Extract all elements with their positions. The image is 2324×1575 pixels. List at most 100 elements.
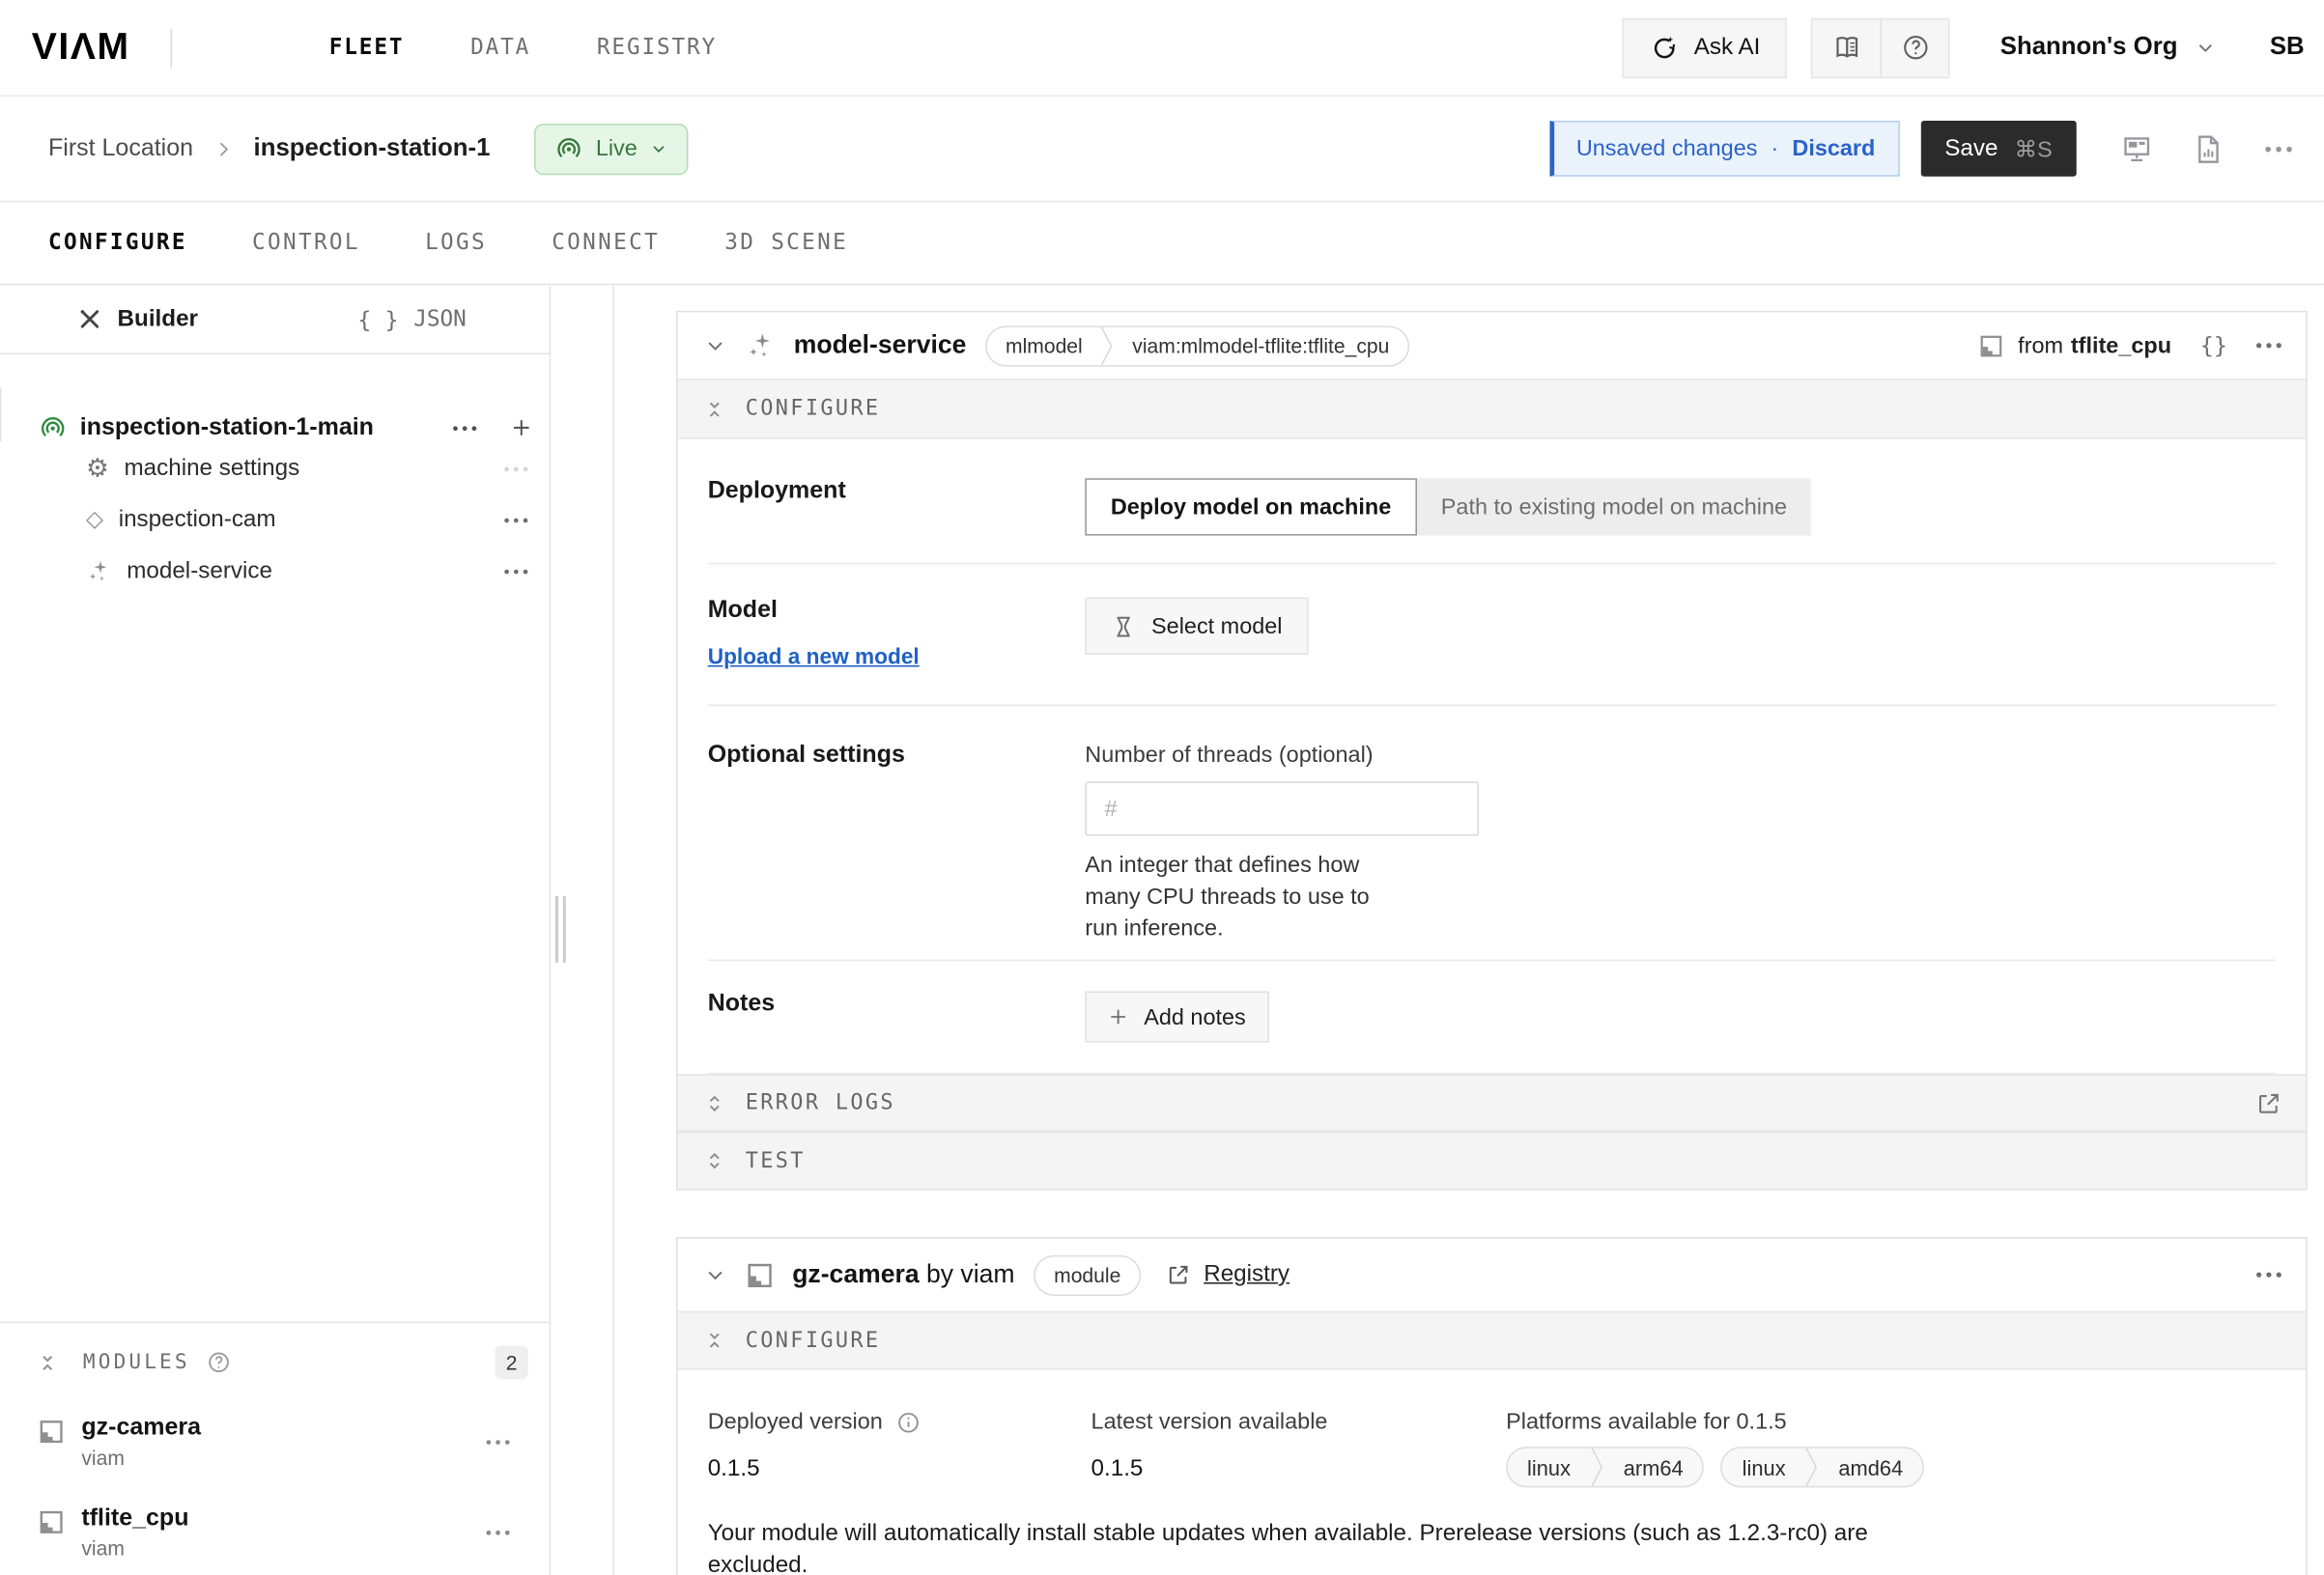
- ask-ai-button[interactable]: Ask AI: [1622, 17, 1788, 77]
- path-to-existing-option[interactable]: Path to existing model on machine: [1417, 478, 1811, 535]
- model-label: Model: [708, 598, 778, 624]
- chevron-down-icon: [2196, 38, 2215, 57]
- from-module-name: tflite_cpu: [2071, 332, 2171, 358]
- deployed-version-value: 0.1.5: [708, 1456, 1091, 1483]
- nav-data[interactable]: DATA: [470, 36, 530, 60]
- live-status-pill[interactable]: Live: [534, 123, 689, 174]
- module-org: viam: [81, 1537, 188, 1560]
- module-menu[interactable]: [486, 1530, 510, 1535]
- deploy-on-machine-option[interactable]: Deploy model on machine: [1085, 478, 1417, 535]
- broadcast-icon: [40, 414, 67, 441]
- control-preview-button[interactable]: [2122, 134, 2152, 163]
- docs-button[interactable]: [1813, 19, 1881, 76]
- org-switcher[interactable]: Shannon's Org: [2000, 33, 2216, 62]
- error-logs-bar[interactable]: ERROR LOGS: [677, 1074, 2306, 1131]
- builder-mode-button[interactable]: Builder: [0, 285, 274, 352]
- ellipsis-icon: [2256, 343, 2282, 349]
- top-nav: FLEET DATA REGISTRY: [329, 36, 717, 60]
- nav-registry[interactable]: REGISTRY: [597, 36, 717, 60]
- module-org: viam: [81, 1447, 201, 1469]
- tab-3d-scene[interactable]: 3D SCENE: [724, 231, 848, 255]
- upload-model-link[interactable]: Upload a new model: [708, 646, 920, 670]
- latest-version-value: 0.1.5: [1091, 1456, 1507, 1483]
- module-item-gz-camera[interactable]: gz-camera viam: [38, 1415, 528, 1469]
- chevron-down-icon: [651, 140, 667, 156]
- notes-label: Notes: [708, 991, 1086, 1042]
- org-name: Shannon's Org: [2000, 33, 2178, 62]
- tree-item-menu[interactable]: [453, 425, 477, 431]
- select-model-button[interactable]: Select model: [1085, 598, 1308, 655]
- info-icon[interactable]: [896, 1410, 921, 1434]
- collapse-card-button[interactable]: [705, 335, 726, 356]
- unsaved-label: Unsaved changes: [1576, 136, 1758, 162]
- open-logs-button[interactable]: [2256, 1090, 2282, 1116]
- config-sidebar: Builder { } JSON inspection-station-1-ma…: [0, 285, 551, 1575]
- tree-item-main-part[interactable]: inspection-station-1-main: [0, 388, 550, 442]
- ellipsis-icon: [504, 517, 528, 522]
- viam-logo[interactable]: VIΛM: [32, 26, 130, 70]
- card-menu-button[interactable]: [2256, 343, 2282, 349]
- logs-file-button[interactable]: [2196, 133, 2222, 163]
- platform-pills: linux arm64 linux amd64: [1506, 1447, 1924, 1487]
- chevron-down-icon: [705, 335, 726, 356]
- resize-handle[interactable]: [555, 896, 566, 963]
- module-item-tflite-cpu[interactable]: tflite_cpu viam: [38, 1505, 528, 1560]
- content-area: Builder { } JSON inspection-station-1-ma…: [0, 285, 2324, 1575]
- unsaved-changes-banner: Unsaved changes · Discard: [1549, 121, 1900, 177]
- tab-configure[interactable]: CONFIGURE: [48, 231, 187, 255]
- deployment-toggle: Deploy model on machine Path to existing…: [1085, 478, 1811, 535]
- tree-item-machine-settings[interactable]: ⚙ machine settings: [0, 445, 550, 492]
- avatar-initials[interactable]: SB: [2270, 33, 2305, 62]
- tree-item-menu[interactable]: [504, 568, 528, 574]
- modules-help-icon[interactable]: [207, 1350, 231, 1374]
- service-type-badge: mlmodel viam:mlmodel-tflite:tflite_cpu: [986, 325, 1409, 366]
- help-button[interactable]: [1881, 19, 1948, 76]
- help-group: [1811, 17, 1950, 77]
- pill-separator: [1805, 1447, 1819, 1487]
- json-mode-button[interactable]: { } JSON: [274, 285, 549, 352]
- pill-separator: [1590, 1447, 1603, 1487]
- tree-item-model-service[interactable]: model-service: [0, 548, 550, 594]
- gz-camera-card: gz-camera by viam module Registry: [676, 1237, 2308, 1575]
- json-braces-button[interactable]: {}: [2200, 332, 2227, 359]
- configure-section-bar[interactable]: CONFIGURE: [677, 379, 2306, 438]
- add-component-button[interactable]: [510, 416, 532, 438]
- ask-ai-label: Ask AI: [1694, 34, 1761, 61]
- collapse-card-button[interactable]: [705, 1264, 726, 1285]
- modules-collapse-button[interactable]: [38, 1353, 57, 1372]
- tab-logs[interactable]: LOGS: [425, 231, 487, 255]
- status-label: Live: [596, 136, 638, 162]
- breadcrumb-location[interactable]: First Location: [48, 135, 193, 162]
- discard-button[interactable]: Discard: [1792, 136, 1875, 162]
- card-menu-button[interactable]: [2256, 1272, 2282, 1278]
- tab-control[interactable]: CONTROL: [252, 231, 360, 255]
- tree-item-inspection-cam[interactable]: ◇ inspection-cam: [0, 496, 550, 543]
- version-info-row: Deployed version 0.1.5 Latest version av…: [677, 1370, 2306, 1488]
- unfold-icon: [705, 1093, 724, 1112]
- save-button[interactable]: Save ⌘S: [1920, 121, 2076, 177]
- dot-separator: ·: [1771, 136, 1779, 162]
- external-link-icon: [2256, 1090, 2282, 1116]
- view-mode-toggle: Builder { } JSON: [0, 285, 550, 354]
- add-notes-button[interactable]: Add notes: [1085, 991, 1268, 1042]
- tab-connect[interactable]: CONNECT: [552, 231, 660, 255]
- tools-icon: [76, 306, 102, 332]
- latest-version-label: Latest version available: [1091, 1409, 1507, 1435]
- threads-help-text: An integer that defines how many CPU thr…: [1085, 850, 1386, 944]
- tree-item-menu[interactable]: [504, 517, 528, 522]
- module-menu[interactable]: [486, 1439, 510, 1445]
- modules-title: MODULES: [83, 1350, 190, 1374]
- tree-item-menu[interactable]: [504, 465, 528, 471]
- registry-link[interactable]: Registry: [1166, 1261, 1290, 1288]
- ellipsis-icon: [486, 1439, 510, 1445]
- section-label: TEST: [746, 1149, 806, 1173]
- configure-section-bar[interactable]: CONFIGURE: [677, 1311, 2306, 1370]
- model-row: Model Upload a new model Select model: [708, 564, 2276, 706]
- machine-bar-actions: Unsaved changes · Discard Save ⌘S: [1549, 121, 2305, 177]
- module-card-name: gz-camera: [792, 1260, 919, 1289]
- card-header: gz-camera by viam module Registry: [677, 1239, 2306, 1311]
- test-bar[interactable]: TEST: [677, 1132, 2306, 1189]
- more-menu-button[interactable]: [2265, 146, 2292, 152]
- threads-input[interactable]: [1085, 781, 1479, 835]
- nav-fleet[interactable]: FLEET: [329, 36, 405, 60]
